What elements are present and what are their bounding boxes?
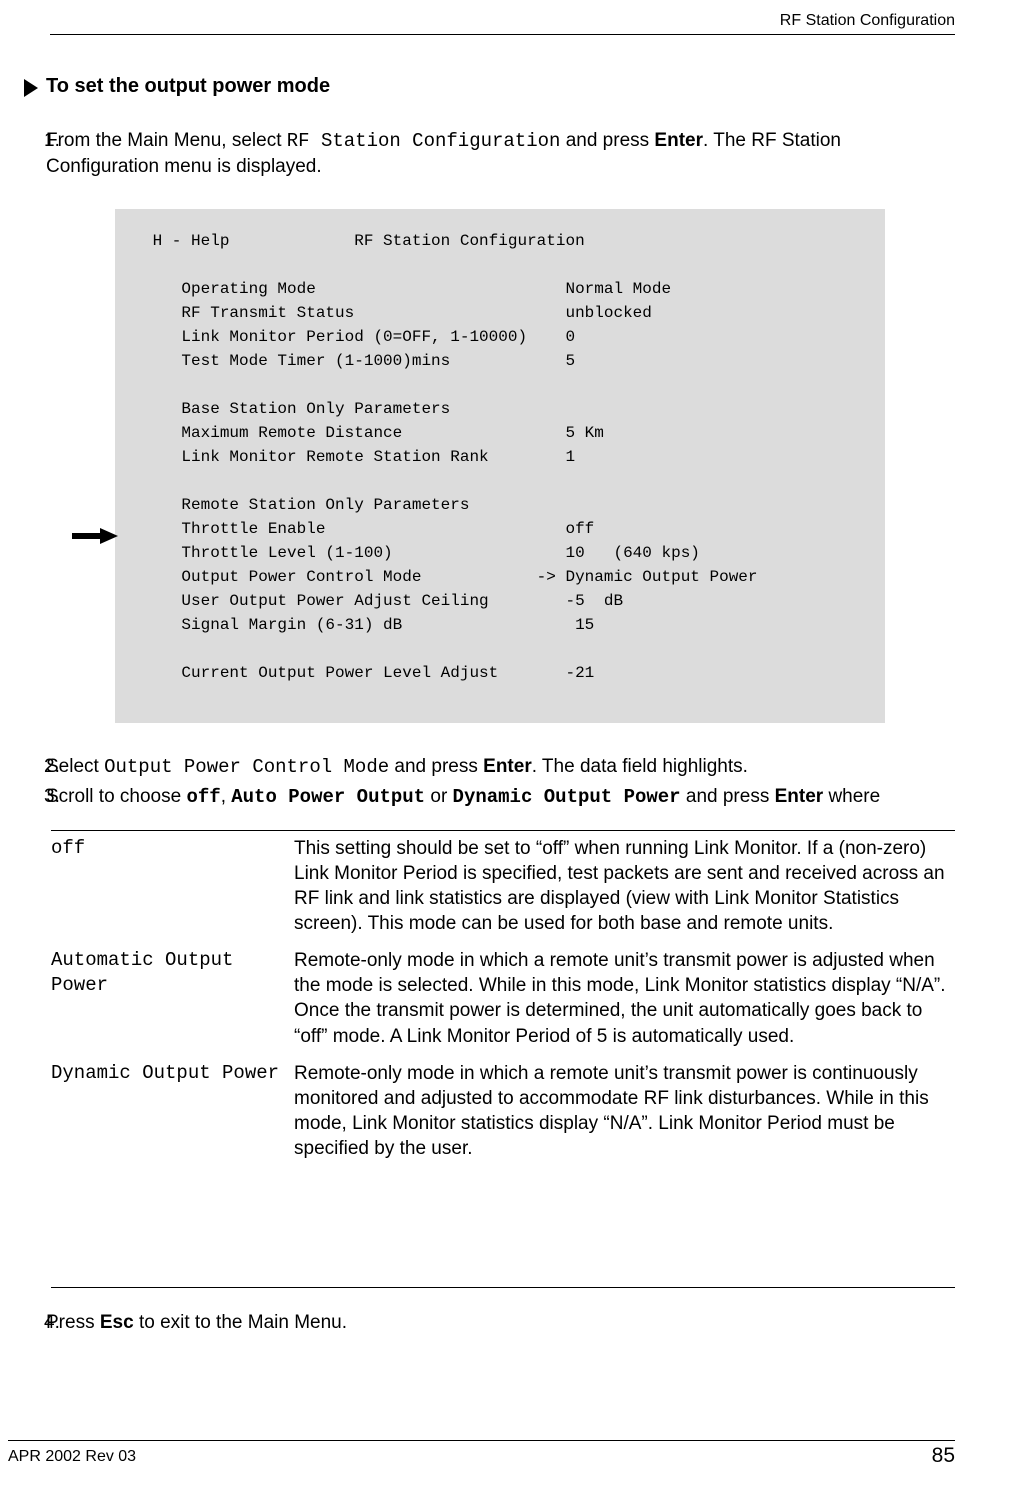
step-text: to exit to the Main Menu. <box>134 1312 347 1333</box>
step-text: where <box>823 786 880 807</box>
page-number: 85 <box>932 1444 955 1468</box>
step-1: 1. From the Main Menu, select RF Station… <box>22 128 955 179</box>
step-text: and press <box>389 756 483 777</box>
table-row: Automatic Output Power Remote-only mode … <box>51 942 955 1054</box>
code-text: Output Power Control Mode <box>104 756 389 778</box>
key-name: Esc <box>100 1312 134 1333</box>
arrow-icon <box>72 526 118 546</box>
code-text: RF Station Configuration <box>287 130 561 152</box>
step-number: 2. <box>44 754 60 779</box>
step-number: 1. <box>44 128 60 153</box>
header-rule <box>50 34 955 35</box>
step-text: . The data field highlights. <box>532 756 748 777</box>
step-text: and press <box>560 130 654 151</box>
code-text: Dynamic Output Power <box>453 786 681 808</box>
key-name: Enter <box>483 756 532 777</box>
key-name: Enter <box>654 130 703 151</box>
table-row: Dynamic Output Power Remote-only mode in… <box>51 1055 955 1167</box>
step-4: 4. Press Esc to exit to the Main Menu. <box>22 1310 955 1335</box>
option-desc: Remote-only mode in which a remote unit’… <box>294 942 955 1054</box>
header-right: RF Station Configuration <box>780 12 955 30</box>
option-name: Dynamic Output Power <box>51 1055 294 1167</box>
option-desc: This setting should be set to “off” when… <box>294 830 955 942</box>
options-table: off This setting should be set to “off” … <box>51 830 955 1167</box>
footer-rule <box>8 1440 955 1441</box>
step-text: , <box>221 786 232 807</box>
step-2: 2. Select Output Power Control Mode and … <box>22 754 955 780</box>
footer-left: APR 2002 Rev 03 <box>8 1448 136 1466</box>
step-3: 3. Scroll to choose off, Auto Power Outp… <box>22 784 955 810</box>
step-text: From the Main Menu, select <box>46 130 287 151</box>
table-row: off This setting should be set to “off” … <box>51 830 955 942</box>
option-name: off <box>51 830 294 942</box>
step-text: or <box>425 786 452 807</box>
table-rule <box>51 1287 955 1288</box>
step-text: and press <box>681 786 775 807</box>
step-number: 3. <box>44 784 60 809</box>
key-name: Enter <box>775 786 824 807</box>
step-text: Scroll to choose <box>46 786 186 807</box>
code-text: off <box>186 786 220 808</box>
terminal-screen: H - Help RF Station Configuration Operat… <box>115 209 885 723</box>
step-number: 4. <box>44 1310 60 1335</box>
option-desc: Remote-only mode in which a remote unit’… <box>294 1055 955 1167</box>
option-name: Automatic Output Power <box>51 942 294 1054</box>
code-text: Auto Power Output <box>231 786 425 808</box>
chevron-icon <box>21 77 41 99</box>
section-title: To set the output power mode <box>46 75 330 98</box>
